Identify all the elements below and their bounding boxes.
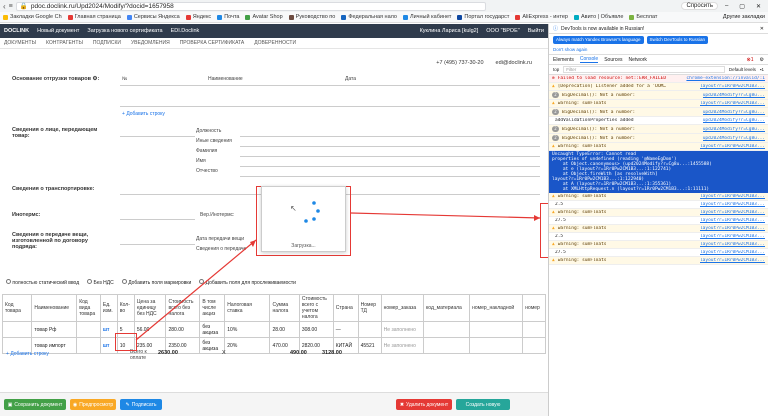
repeat-count-badge: 2 — [552, 109, 559, 115]
settings-icon[interactable]: ⚙ — [760, 57, 764, 63]
console-message[interactable]: 2.5 layout?r=1Rr0Pw2CM1B3... — [549, 201, 768, 209]
console-message[interactable]: 2.5 layout?r=1Rr0Pw2CM1B3... — [549, 233, 768, 241]
message-text: BigDecimal(): Not a number: — [562, 135, 636, 141]
message-source[interactable]: layout?r=1Rr0Pw2CM1B3... — [700, 226, 765, 231]
console-message[interactable]: ▲ warning: sumFloats layout?r=1Rr0Pw2CM1B3… — [549, 257, 768, 265]
devtools-tabs: Elements Console Sources Network ⊗1 ⚙ — [549, 55, 768, 65]
message-source[interactable]: layout?r=1Rr0Pw2CM1B3... — [700, 194, 765, 199]
message-source[interactable]: layout?r=1Rr0Pw2CM1B3... — [700, 202, 765, 207]
warn-icon: ▲ — [552, 242, 555, 247]
dont-show-link[interactable]: Don't show again — [549, 46, 768, 55]
message-text: warning: sumFloats — [557, 210, 607, 215]
warn-icon: ▲ — [552, 210, 555, 215]
issues-count: ▪1 — [759, 67, 764, 72]
console-message[interactable]: ▲ [Deprecation] Listener added for a 'DOM… — [549, 83, 768, 91]
svg-text:↖: ↖ — [290, 204, 297, 213]
warn-icon: ▲ — [552, 258, 555, 263]
console-message[interactable]: ▲ warning: sumFloats layout?r=1Rr0Pw2CM1B3… — [549, 193, 768, 201]
console-message[interactable]: 27.5 layout?r=1Rr0Pw2CM1B3... — [549, 217, 768, 225]
warn-icon: ▲ — [552, 144, 555, 149]
spinner-icon: ↖ — [290, 201, 320, 223]
console-messages-after: ▲ warning: sumFloats layout?r=1Rr0Pw2CM1B3… — [549, 193, 768, 265]
message-source[interactable]: layout?r=1Rr0Pw2CM1B3... — [700, 84, 765, 89]
console-message[interactable]: ▲ warning: sumFloats layout?r=1Rr0Pw2CM1B3… — [549, 225, 768, 233]
message-text: warning: sumFloats — [557, 242, 607, 247]
lang-match-button[interactable]: Always match Yandex Browser's language — [553, 36, 644, 44]
tab-console[interactable]: Console — [579, 56, 599, 63]
message-source[interactable]: upd2024Modify?r=Cg8u... — [703, 127, 765, 132]
message-source[interactable]: upd2024Modify?r=Cg8u... — [703, 93, 765, 98]
message-text: 2.5 — [555, 202, 564, 207]
warn-icon: ▲ — [552, 101, 555, 106]
selected-error[interactable]: Uncaught TypeError: Cannot read propertie… — [549, 151, 768, 193]
message-source[interactable]: upd2024Modify?r=Cg8u... — [703, 136, 765, 141]
console-message[interactable]: ▲ warning: sumFloats layout?r=1Rr0Pw2CM1B3… — [549, 241, 768, 249]
devtools-lang-buttons: Always match Yandex Browser's language S… — [549, 34, 768, 46]
info-icon: ⓘ — [553, 26, 559, 32]
lang-switch-button[interactable]: Switch DevTools to Russian — [646, 36, 709, 44]
console-message[interactable]: 27.5 layout?r=1Rr0Pw2CM1B3... — [549, 249, 768, 257]
console-message[interactable]: 2 BigDecimal(): Not a number: upd2024Modif… — [549, 134, 768, 143]
message-text: warning: sumFloats — [557, 226, 607, 231]
console-message[interactable]: addValidationProperties added upd2024Modi… — [549, 117, 768, 125]
loading-modal: ↖ Загрузка... — [261, 186, 346, 252]
console-toolbar: top Filter Default levels ▪1 — [549, 65, 768, 75]
console-message[interactable]: ▲ warning: sumFloats layout?r=1Rr0Pw2CM1B3… — [549, 209, 768, 217]
tab-sources[interactable]: Sources — [604, 57, 622, 63]
error-stack-line: at XMLHttpRequest.n (layout?r=1Rr0Pw2CM1… — [552, 187, 710, 192]
arrow-to-error — [350, 212, 541, 219]
message-source[interactable]: layout?r=1Rr0Pw2CM1B3... — [700, 101, 765, 106]
message-text: warning: sumFloats — [557, 101, 607, 106]
message-text: Failed to load resource: net::ERR_FAILED — [557, 76, 667, 81]
message-source[interactable]: layout?r=1Rr0Pw2CM1B3... — [700, 250, 765, 255]
tab-elements[interactable]: Elements — [553, 57, 574, 63]
console-message[interactable]: 2 BigDecimal(): Not a number: upd2024Modif… — [549, 91, 768, 100]
message-text: 27.5 — [555, 218, 566, 223]
arrowhead-error — [534, 215, 540, 221]
message-text: warning: sumFloats — [557, 144, 607, 149]
console-message[interactable]: ⊗ Failed to load resource: net::ERR_FAILE… — [549, 75, 768, 83]
message-source[interactable]: layout?r=1Rr0Pw2CM1B3... — [700, 210, 765, 215]
message-source[interactable]: upd2024Modify?r=Cg8u... — [703, 118, 765, 123]
message-source[interactable]: upd2024Modify?r=Cg8u... — [703, 110, 765, 115]
context-select[interactable]: top — [553, 67, 559, 72]
message-text: BigDecimal(): Not a number: — [562, 109, 636, 115]
repeat-count-badge: 2 — [552, 126, 559, 132]
repeat-count-badge: 2 — [552, 92, 559, 98]
devtools-lang-notice: ⓘ DevTools is now available in Russian! … — [549, 24, 768, 34]
message-text: 2.5 — [555, 234, 564, 239]
console-messages: ⊗ Failed to load resource: net::ERR_FAILE… — [549, 75, 768, 151]
message-source[interactable]: layout?r=1Rr0Pw2CM1B3... — [700, 258, 765, 263]
warn-icon: ▲ — [552, 84, 555, 89]
error-icon: ⊗ — [552, 76, 555, 81]
console-message[interactable]: 2 BigDecimal(): Not a number: upd2024Modif… — [549, 108, 768, 117]
message-text: warning: sumFloats — [557, 258, 607, 263]
message-source[interactable]: chrome-extension://invalid/:1 — [686, 76, 765, 81]
console-message[interactable]: 2 BigDecimal(): Not a number: upd2024Modif… — [549, 125, 768, 134]
tab-network[interactable]: Network — [629, 57, 647, 63]
warn-icon: ▲ — [552, 194, 555, 199]
message-text: addValidationProperties added — [555, 118, 634, 123]
arrow-to-loading — [135, 239, 257, 341]
console-message[interactable]: ▲ warning: sumFloats layout?r=1Rr0Pw2CM1B3… — [549, 143, 768, 151]
warn-icon: ▲ — [552, 226, 555, 231]
message-text: BigDecimal(): Not a number: — [562, 126, 636, 132]
filter-input[interactable]: Filter — [563, 66, 725, 73]
message-source[interactable]: layout?r=1Rr0Pw2CM1B3... — [700, 234, 765, 239]
message-text: 27.5 — [555, 250, 566, 255]
console-message[interactable]: ▲ warning: sumFloats layout?r=1Rr0Pw2CM1B3… — [549, 100, 768, 108]
message-text: [Deprecation] Listener added for a 'DOMN… — [557, 84, 668, 89]
message-text: BigDecimal(): Not a number: — [562, 92, 636, 98]
levels-select[interactable]: Default levels — [729, 67, 756, 72]
message-text: warning: sumFloats — [557, 194, 607, 199]
message-source[interactable]: layout?r=1Rr0Pw2CM1B3... — [700, 144, 765, 149]
message-source[interactable]: layout?r=1Rr0Pw2CM1B3... — [700, 242, 765, 247]
loading-text: Загрузка... — [291, 243, 316, 249]
close-notice-icon[interactable]: ✕ — [760, 26, 764, 32]
devtools-panel: ⓘ DevTools is now available in Russian! … — [548, 24, 768, 416]
repeat-count-badge: 2 — [552, 135, 559, 141]
error-count: ⊗1 — [746, 56, 754, 63]
message-source[interactable]: layout?r=1Rr0Pw2CM1B3... — [700, 218, 765, 223]
